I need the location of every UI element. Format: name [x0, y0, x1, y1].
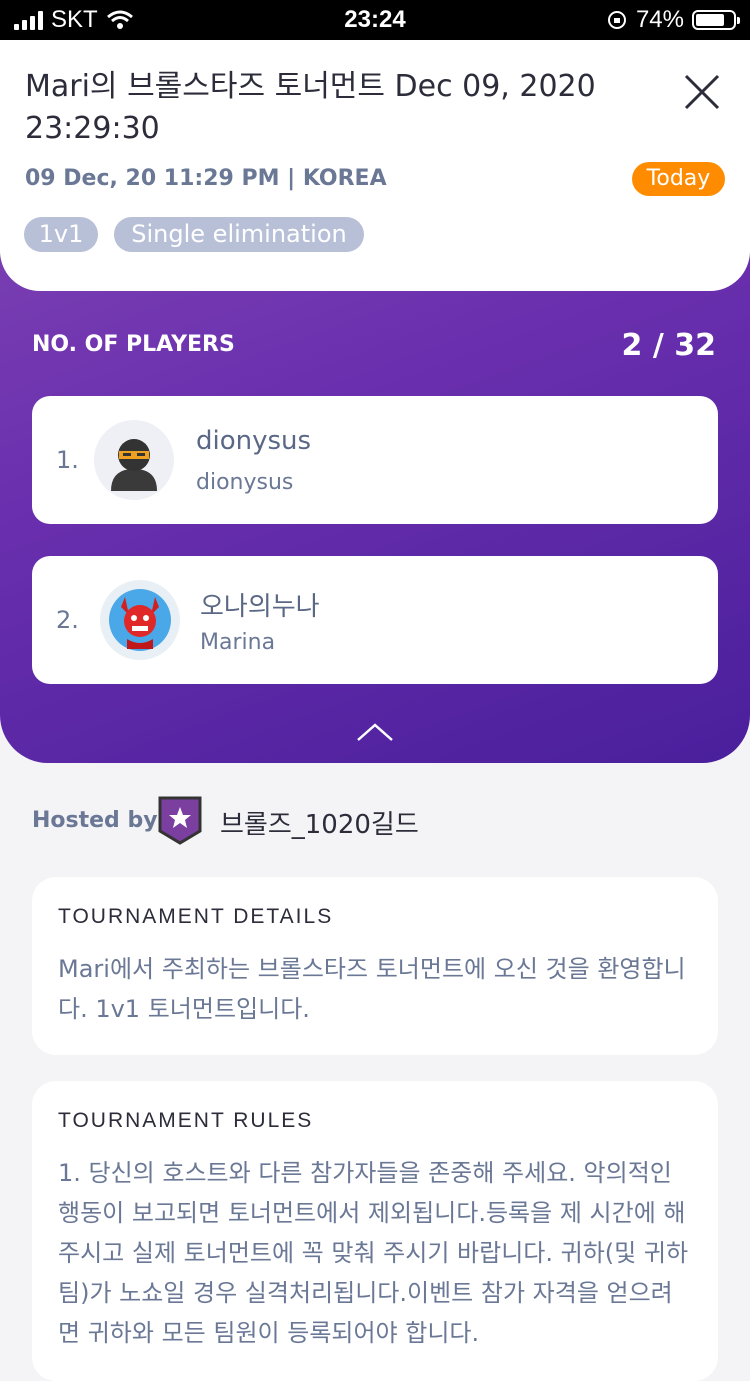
rotation-lock-icon — [607, 11, 626, 29]
host-name[interactable]: 브롤즈_1020길드 — [220, 804, 419, 841]
players-label: NO. OF PLAYERS — [32, 332, 235, 357]
player-rank: 1. — [56, 446, 79, 474]
player-name: 오나의누나 — [200, 592, 320, 622]
player-card[interactable]: 1. dionysus dionysus — [32, 396, 718, 524]
player-card[interactable]: 2. 오나의누나 Marina — [32, 556, 718, 684]
today-badge: Today — [632, 162, 725, 196]
players-count: 2 / 32 — [621, 328, 716, 363]
ninja-avatar-icon — [94, 420, 174, 500]
status-right: 74% — [606, 6, 740, 34]
battery-icon — [692, 10, 740, 30]
player-username: Marina — [200, 630, 276, 655]
player-name: dionysus — [196, 426, 312, 456]
tag-format: Single elimination — [114, 217, 364, 252]
hosted-by-label: Hosted by — [32, 808, 158, 833]
player-rank: 2. — [56, 606, 79, 634]
rules-text: 1. 당신의 호스트와 다른 참가자들을 존중해 주세요. 악의적인 행동이 보… — [58, 1159, 689, 1347]
red-demon-avatar-icon — [100, 580, 180, 660]
page-title: Mari의 브롤스타즈 토너먼트 Dec 09, 2020 23:29:30 — [25, 69, 596, 146]
tournament-details-card: TOURNAMENT DETAILS Mari에서 주최하는 브롤스타즈 토너먼… — [32, 877, 718, 1055]
details-text: Mari에서 주최하는 브롤스타즈 토너먼트에 오신 것을 환영합니다. 1v1… — [58, 955, 686, 1023]
close-icon[interactable] — [680, 70, 724, 114]
battery-percent: 74% — [635, 6, 684, 33]
collapse-chevron-up-icon[interactable] — [356, 722, 394, 742]
tournament-rules-card: TOURNAMENT RULES 1. 당신의 호스트와 다른 참가자들을 존중… — [32, 1081, 718, 1381]
date-location: 09 Dec, 20 11:29 PM | KOREA — [25, 166, 387, 191]
club-badge-icon[interactable] — [157, 795, 203, 845]
player-username: dionysus — [196, 470, 294, 495]
tag-mode: 1v1 — [24, 217, 98, 252]
details-title: TOURNAMENT DETAILS — [58, 905, 334, 928]
rules-title: TOURNAMENT RULES — [58, 1109, 314, 1132]
header-card: Mari의 브롤스타즈 토너먼트 Dec 09, 2020 23:29:30 0… — [0, 40, 750, 291]
status-bar: SKT 23:24 74% — [0, 0, 750, 40]
